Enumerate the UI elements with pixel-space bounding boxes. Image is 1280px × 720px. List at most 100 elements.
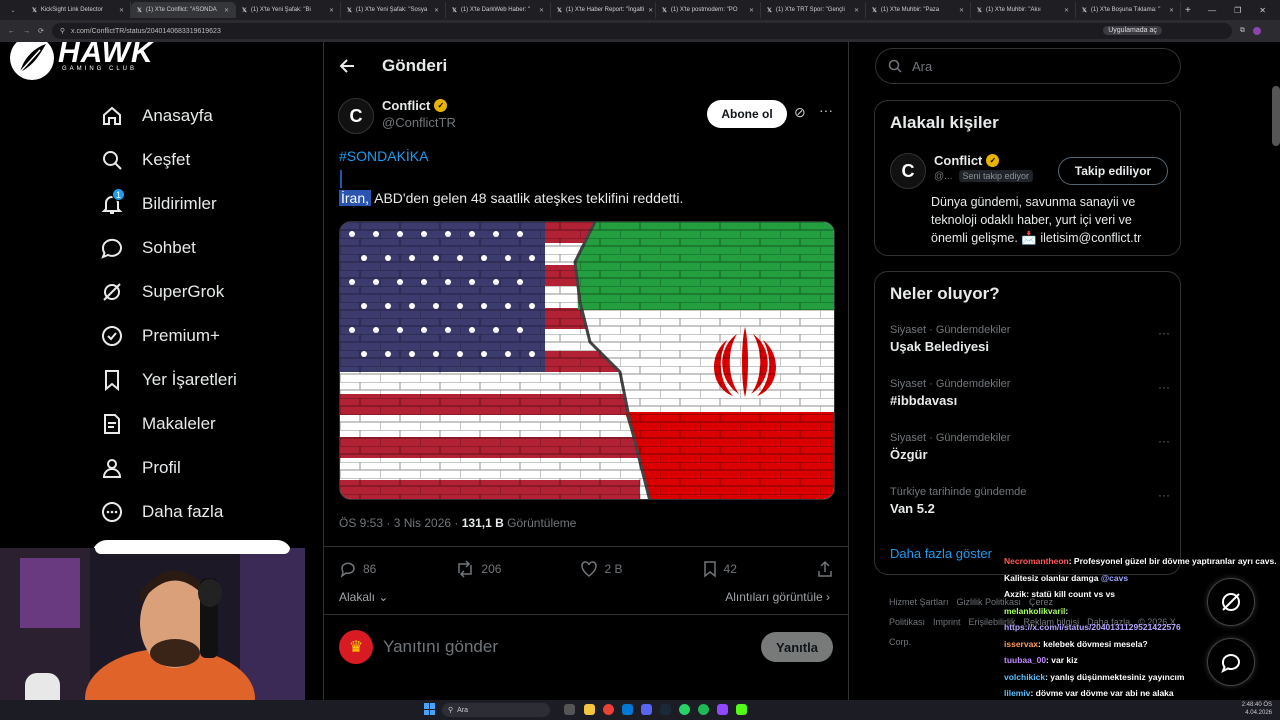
close-tab-icon[interactable]: ✕ — [1064, 7, 1069, 14]
tab-list-icon[interactable]: ⌄ — [0, 7, 26, 14]
scrollbar[interactable] — [1272, 86, 1280, 146]
reply-action[interactable]: 86 — [339, 560, 376, 578]
close-tab-icon[interactable]: ✕ — [648, 7, 653, 14]
chat-username[interactable]: volchikick — [1004, 672, 1045, 682]
post-image[interactable] — [339, 221, 835, 500]
like-action[interactable]: 2 B — [580, 560, 623, 578]
browser-tab[interactable]: 𝕏 (1) X'te Yeni Şafak: "Bi ✕ — [236, 2, 341, 18]
subscribe-button[interactable]: Abone ol — [707, 100, 787, 128]
related-person[interactable]: C Conflict ✓ @... Seni takip ediyor — [890, 153, 1034, 189]
messages-fab-button[interactable] — [1207, 638, 1255, 686]
author-name[interactable]: Conflict — [382, 98, 430, 113]
minimize-icon[interactable]: — — [1208, 6, 1216, 15]
trend-item[interactable]: Türkiye tarihinde gündemde Van 5.2 ··· — [890, 486, 1170, 516]
spotify-icon[interactable] — [698, 704, 709, 715]
hashtag-link[interactable]: #SONDAKİKA — [339, 148, 428, 164]
restore-icon[interactable]: ❐ — [1234, 6, 1241, 15]
taskbar-clock[interactable]: 2:48:40 ÖS 4.04.2026 — [1242, 701, 1272, 717]
browser-tab[interactable]: 𝕏 (1) X'te Muhbir: "Akıı ✕ — [971, 2, 1076, 18]
taskbar-search[interactable]: ⚲ Ara — [442, 703, 550, 717]
site-info-icon[interactable]: ⚲ — [60, 27, 65, 35]
trend-item[interactable]: Siyaset · Gündemdekiler Özgür ··· — [890, 432, 1170, 462]
footer-link[interactable]: Hizmet Şartları — [889, 597, 949, 607]
open-in-app-button[interactable]: Uygulamada aç — [1103, 26, 1162, 35]
close-tab-icon[interactable]: ✕ — [224, 7, 229, 14]
more-options-icon[interactable]: ··· — [819, 102, 833, 118]
reply-button[interactable]: Yanıtla — [761, 632, 833, 662]
close-tab-icon[interactable]: ✕ — [959, 7, 964, 14]
url-field[interactable]: ⚲ x.com/ConflictTR/status/20401406833196… — [51, 23, 1232, 39]
close-tab-icon[interactable]: ✕ — [119, 7, 124, 14]
user-avatar[interactable]: ♛ — [339, 630, 373, 664]
following-button[interactable]: Takip ediliyor — [1058, 157, 1168, 185]
view-quotes-link[interactable]: Alıntıları görüntüle › — [725, 590, 830, 604]
bookmark-action[interactable]: 42 — [702, 560, 737, 578]
search-input[interactable]: Ara — [875, 48, 1181, 84]
chrome-icon[interactable] — [603, 704, 614, 715]
file-explorer-icon[interactable] — [584, 704, 595, 715]
reply-input[interactable]: Yanıtını gönder — [383, 637, 498, 657]
taskview-icon[interactable] — [564, 704, 575, 715]
close-tab-icon[interactable]: ✕ — [749, 7, 754, 14]
browser-tab[interactable]: 𝕏 (1) X'te Muhbir: "Paza ✕ — [866, 2, 971, 18]
steam-icon[interactable] — [660, 704, 671, 715]
sidebar-item-home[interactable]: Anasayfa — [100, 94, 237, 138]
close-tab-icon[interactable]: ✕ — [1169, 7, 1174, 14]
grok-icon[interactable]: ⊘ — [794, 104, 806, 121]
browser-tab[interactable]: 𝕏 (1) X'te Haber Report: "İngalti ✕ — [551, 2, 656, 18]
related-dropdown[interactable]: Alakalı ⌄ — [339, 590, 388, 604]
trend-more-icon[interactable]: ··· — [1158, 434, 1170, 448]
edge-icon[interactable] — [622, 704, 633, 715]
whatsapp-icon[interactable] — [679, 704, 690, 715]
show-more-link[interactable]: Daha fazla göster — [890, 546, 992, 561]
person-name[interactable]: Conflict — [934, 153, 982, 168]
footer-link[interactable]: Imprint — [933, 617, 961, 627]
trend-more-icon[interactable]: ··· — [1158, 380, 1170, 394]
profile-avatar[interactable] — [1252, 27, 1261, 35]
sidebar-item-bell[interactable]: 1 Bildirimler — [100, 182, 237, 226]
chat-username[interactable]: Necromantheon — [1004, 556, 1069, 566]
sidebar-item-article[interactable]: Makaleler — [100, 402, 237, 446]
sidebar-item-grok[interactable]: SuperGrok — [100, 270, 237, 314]
chat-username[interactable]: Axzik — [1004, 589, 1026, 599]
kick-icon[interactable] — [736, 704, 747, 715]
trend-item[interactable]: Siyaset · Gündemdekiler #ibbdavası ··· — [890, 378, 1170, 408]
discord-icon[interactable] — [641, 704, 652, 715]
browser-tab[interactable]: 𝕏 (1) X'te TRT Spor: "Gençli ✕ — [761, 2, 866, 18]
trend-more-icon[interactable]: ··· — [1158, 326, 1170, 340]
close-tab-icon[interactable]: ✕ — [434, 7, 439, 14]
reload-icon[interactable]: ⟳ — [38, 27, 44, 35]
obs-icon[interactable] — [717, 704, 728, 715]
conflict-avatar[interactable]: C — [890, 153, 926, 189]
trend-more-icon[interactable]: ··· — [1158, 488, 1170, 502]
windows-start-icon[interactable] — [424, 703, 436, 715]
back-icon[interactable]: ← — [8, 28, 15, 35]
chat-username[interactable]: isservax — [1004, 639, 1038, 649]
repost-action[interactable]: 206 — [455, 560, 501, 578]
conflict-avatar[interactable]: C — [338, 98, 374, 134]
chat-username[interactable]: lilemiv — [1004, 688, 1030, 698]
close-tab-icon[interactable]: ✕ — [539, 7, 544, 14]
browser-tab[interactable]: 𝕏 (1) X'te DarkWeb Haber: " ✕ — [446, 2, 551, 18]
sidebar-item-bookmark[interactable]: Yer İşaretleri — [100, 358, 237, 402]
post-time[interactable]: ÖS 9:53 · 3 Nis 2026 · — [339, 516, 458, 530]
back-arrow-icon[interactable] — [338, 56, 358, 76]
sidebar-item-search[interactable]: Keşfet — [100, 138, 237, 182]
browser-tab[interactable]: 𝕏 (1) X'te Conflict: "#SONDA ✕ — [131, 2, 236, 18]
sidebar-item-verified[interactable]: Premium+ — [100, 314, 237, 358]
trend-item[interactable]: Siyaset · Gündemdekiler Uşak Belediyesi ··… — [890, 324, 1170, 354]
extensions-icon[interactable]: ⧉ — [1240, 27, 1245, 35]
forward-icon[interactable]: → — [23, 28, 30, 35]
browser-tab[interactable]: 𝕏 (1) X'te Boşuna Tıklama: " ✕ — [1076, 2, 1181, 18]
close-tab-icon[interactable]: ✕ — [329, 7, 334, 14]
chat-mention[interactable]: @cavs — [1101, 573, 1128, 583]
close-window-icon[interactable]: ✕ — [1259, 6, 1266, 15]
new-tab-button[interactable]: + — [1185, 5, 1191, 16]
browser-tab[interactable]: 𝕏 (1) X'te Yeni Şafak: "Sosya ✕ — [341, 2, 446, 18]
author-handle[interactable]: @ConflictTR — [382, 115, 456, 130]
sidebar-item-chat[interactable]: Sohbet — [100, 226, 237, 270]
chat-username[interactable]: tuubaa_00 — [1004, 655, 1046, 665]
grok-fab-button[interactable] — [1207, 578, 1255, 626]
browser-tab[interactable]: 𝕏 KickSight Link Detector ✕ — [26, 2, 131, 18]
close-tab-icon[interactable]: ✕ — [854, 7, 859, 14]
